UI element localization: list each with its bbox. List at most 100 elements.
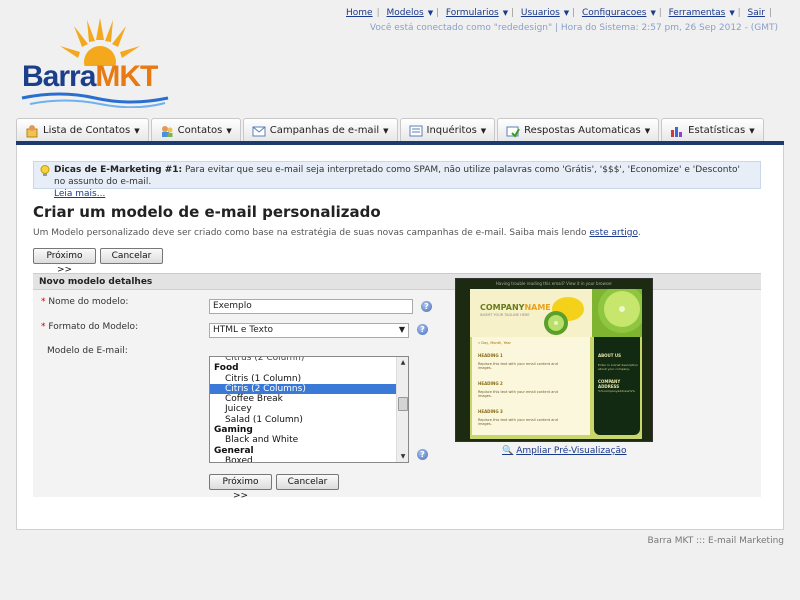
- page-title: Criar um modelo de e-mail personalizado: [33, 203, 381, 221]
- chevron-down-icon: ▼: [134, 126, 140, 135]
- cancel-button-bottom[interactable]: Cancelar: [276, 474, 339, 490]
- tab-contatos[interactable]: Contatos ▼: [150, 118, 241, 142]
- cancel-button-top[interactable]: Cancelar: [100, 248, 163, 264]
- listbox-scrollbar[interactable]: ▲ ▼: [396, 357, 408, 462]
- preview-body-text: Replace this text with your email conten…: [478, 390, 558, 398]
- list-item[interactable]: Juicey: [210, 404, 408, 414]
- page-description: Um Modelo personalizado deve ser criado …: [33, 228, 641, 238]
- nav-usuarios[interactable]: Usuarios: [521, 8, 560, 18]
- preview-date: » Day, Month, Year: [478, 341, 511, 345]
- tab-label: Inquéritos: [426, 125, 477, 136]
- tip-read-more-link[interactable]: Leia mais...: [54, 189, 105, 199]
- name-label: * Nome do modelo:: [41, 297, 129, 307]
- list-group-header: General: [214, 445, 254, 456]
- preview-about-title: ABOUT US: [598, 353, 622, 358]
- sun-icon: [60, 18, 140, 66]
- nav-ferramentas[interactable]: Ferramentas: [669, 8, 726, 18]
- contacts-icon: [160, 124, 174, 138]
- preview-body: COMPANYNAME INSERT YOUR TAGLINE HERE » D…: [470, 289, 642, 439]
- envelope-icon: [252, 124, 266, 138]
- contacts-list-icon: [25, 124, 39, 138]
- tab-campanhas[interactable]: Campanhas de e-mail ▼: [242, 118, 398, 142]
- preview-tagline: INSERT YOUR TAGLINE HERE: [480, 313, 530, 317]
- tab-label: Estatísticas: [688, 125, 746, 136]
- tab-label: Lista de Contatos: [43, 125, 131, 136]
- brand-name-part2: MKT: [95, 60, 158, 93]
- preview-heading-2: HEADING 2: [478, 381, 503, 386]
- chevron-down-icon: ▼: [226, 126, 232, 135]
- footer-text: Barra MKT ::: E-mail Marketing: [647, 536, 784, 546]
- help-icon[interactable]: ?: [417, 324, 428, 335]
- preview-main-column: » Day, Month, Year HEADING 1 Replace thi…: [472, 337, 590, 435]
- list-item[interactable]: Citris (1 Column): [210, 374, 408, 384]
- nav-sair[interactable]: Sair: [748, 8, 765, 18]
- chevron-down-icon: ▼: [383, 126, 389, 135]
- chevron-down-icon: ▼: [749, 126, 755, 135]
- magnifier-icon: 🔍: [502, 446, 514, 456]
- help-icon[interactable]: ?: [417, 449, 428, 460]
- template-listbox[interactable]: Citrus (2 Column) Food Citris (1 Column) Ci…: [209, 356, 409, 463]
- page-description-text: Um Modelo personalizado deve ser criado …: [33, 228, 590, 238]
- template-preview-image: Having trouble reading this email? View …: [455, 278, 653, 442]
- brand-name-part1: Barra: [22, 60, 96, 93]
- next-button-bottom[interactable]: Próximo >>: [209, 474, 272, 501]
- page-description-end: .: [637, 228, 641, 238]
- brand-logo: BarraMKT: [20, 16, 180, 108]
- chevron-down-icon: ▼: [398, 325, 405, 334]
- format-label: * Formato do Modelo:: [41, 322, 139, 332]
- scroll-up-icon[interactable]: ▲: [397, 357, 408, 368]
- nav-formularios[interactable]: Formularios: [446, 8, 499, 18]
- preview-top-text: Having trouble reading this email? View …: [495, 281, 613, 286]
- tab-inqueritos[interactable]: Inquéritos ▼: [399, 118, 496, 142]
- next-button-top[interactable]: Próximo >>: [33, 248, 96, 275]
- tab-label: Respostas Automaticas: [524, 125, 641, 136]
- list-item[interactable]: Boxed: [210, 456, 408, 462]
- list-item[interactable]: Citrus (2 Column): [210, 357, 408, 363]
- preview-body-text: Replace this text with your email conten…: [478, 362, 558, 370]
- tab-estatisticas[interactable]: Estatísticas ▼: [661, 118, 764, 142]
- preview-body-text: Replace this text with your email conten…: [478, 418, 558, 426]
- list-item[interactable]: Black and White: [210, 435, 408, 445]
- preview-heading-3: HEADING 3: [478, 409, 503, 414]
- tab-respostas-automaticas[interactable]: Respostas Automaticas ▼: [497, 118, 660, 142]
- template-label: Modelo de E-mail:: [47, 346, 128, 356]
- preview-sidebar: ABOUT US Enter in a brief description ab…: [594, 337, 640, 435]
- top-navigation: Home | Modelos ▼ | Formularios ▼ | Usuarios…: [346, 8, 772, 18]
- tab-label: Contatos: [177, 125, 223, 136]
- nav-home[interactable]: Home: [346, 8, 373, 18]
- preview-heading-1: HEADING 1: [478, 353, 503, 358]
- bar-chart-icon: [670, 124, 684, 138]
- tab-lista-de-contatos[interactable]: Lista de Contatos ▼: [16, 118, 149, 142]
- scroll-thumb[interactable]: [398, 397, 408, 411]
- chevron-down-icon: ▼: [480, 126, 487, 135]
- scroll-down-icon[interactable]: ▼: [397, 451, 408, 462]
- help-icon[interactable]: ?: [421, 301, 432, 312]
- list-group-header: Gaming: [214, 425, 253, 436]
- template-format-select[interactable]: HTML e Texto ▼: [209, 323, 409, 338]
- template-details-section: Novo modelo detalhes * Nome do modelo: E…: [33, 273, 761, 501]
- survey-icon: [409, 124, 423, 138]
- list-item[interactable]: Coffee Break: [210, 394, 408, 404]
- preview-address-title: COMPANY ADDRESS: [598, 379, 621, 389]
- tip-title: Dicas de E-Marketing #1:: [54, 165, 183, 175]
- main-tabs: Lista de Contatos ▼ Contatos ▼ Campanhas…: [16, 118, 764, 142]
- nav-modelos[interactable]: Modelos: [387, 8, 424, 18]
- zoom-preview-link[interactable]: 🔍 Ampliar Pré-Visualização: [502, 446, 627, 456]
- format-selected-value: HTML e Texto: [213, 325, 274, 335]
- list-item[interactable]: Citris (2 Columns): [210, 383, 408, 395]
- tip-box: Dicas de E-Marketing #1: Para evitar que…: [33, 161, 761, 199]
- lemon-image: [544, 297, 584, 335]
- lime-image: [592, 289, 642, 337]
- session-status: Você está conectado como "rededesign" | …: [369, 23, 778, 33]
- nav-configuracoes[interactable]: Configuracoes: [582, 8, 646, 18]
- article-link[interactable]: este artigo: [589, 228, 637, 238]
- template-name-input[interactable]: Exemplo: [209, 299, 413, 314]
- lightbulb-icon: [40, 165, 50, 176]
- tab-label: Campanhas de e-mail: [269, 125, 380, 136]
- preview-address-text: %%companyaddress%%: [598, 389, 636, 393]
- preview-about-text: Enter in a brief description about your …: [598, 363, 638, 371]
- chevron-down-icon: ▼: [644, 126, 651, 135]
- wave-icon: [21, 92, 169, 108]
- list-item[interactable]: Salad (1 Column): [210, 415, 408, 425]
- main-panel: Dicas de E-Marketing #1: Para evitar que…: [16, 145, 784, 530]
